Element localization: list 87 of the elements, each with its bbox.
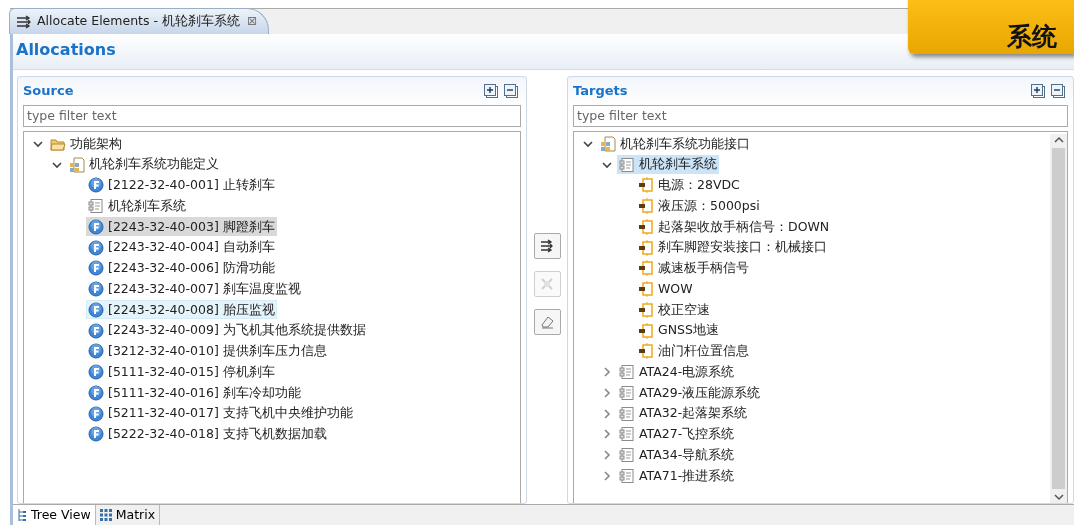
tree-item[interactable]: [5111-32-40-015] 停机刹车 bbox=[86, 362, 277, 382]
panel-title: Source bbox=[23, 82, 74, 100]
function-icon bbox=[88, 364, 104, 381]
package-icon bbox=[600, 135, 616, 152]
component-icon bbox=[619, 426, 635, 443]
clear-button[interactable] bbox=[533, 309, 561, 335]
port-icon bbox=[638, 218, 654, 235]
cross-icon bbox=[539, 276, 555, 292]
port-icon bbox=[638, 281, 654, 298]
function-icon bbox=[88, 260, 104, 277]
tree-item[interactable]: [3212-32-40-010] 提供刹车压力信息 bbox=[86, 341, 329, 361]
tree-item[interactable]: [2243-32-40-007] 刹车温度监视 bbox=[86, 279, 303, 299]
tree-item[interactable]: 机轮刹车系统 bbox=[617, 155, 719, 175]
port-icon bbox=[638, 343, 654, 360]
tree-item[interactable]: 机轮刹车系统功能定义 bbox=[67, 155, 221, 175]
filter-field[interactable]: type filter text bbox=[573, 104, 1068, 127]
function-icon bbox=[88, 301, 104, 318]
component-icon bbox=[619, 447, 635, 464]
tree-item[interactable]: [2122-32-40-001] 止转刹车 bbox=[86, 175, 277, 195]
eraser-icon bbox=[539, 314, 555, 330]
allocate-icon bbox=[16, 14, 32, 29]
tree-item[interactable]: 功能架构 bbox=[48, 134, 124, 154]
scrollbar[interactable] bbox=[1050, 133, 1067, 503]
tree-item[interactable]: ATA32-起落架系统 bbox=[617, 404, 750, 424]
form-title: Allocations bbox=[16, 40, 116, 59]
tree-item[interactable]: GNSS地速 bbox=[636, 321, 721, 341]
callout-text: 系统 bbox=[1007, 24, 1057, 49]
function-icon bbox=[88, 239, 104, 256]
component-icon bbox=[88, 198, 104, 215]
expand-all-icon[interactable] bbox=[1031, 83, 1045, 98]
package-icon bbox=[69, 156, 85, 173]
port-icon bbox=[638, 239, 654, 256]
component-icon bbox=[619, 405, 635, 422]
tree-item[interactable]: 减速板手柄信号 bbox=[636, 258, 751, 278]
collapse-all-icon[interactable] bbox=[1051, 83, 1065, 98]
tree-item[interactable]: 机轮刹车系统功能接口 bbox=[598, 134, 752, 154]
tree-item[interactable]: [2243-32-40-008] 胎压监视 bbox=[86, 300, 277, 320]
component-icon bbox=[619, 156, 635, 173]
tree-item[interactable]: 液压源：5000psi bbox=[636, 196, 762, 216]
expand-all-icon[interactable] bbox=[484, 83, 498, 98]
tree-item[interactable]: [5211-32-40-017] 支持飞机中央维护功能 bbox=[86, 404, 355, 424]
tree-item[interactable]: [2243-32-40-004] 自动刹车 bbox=[86, 238, 277, 258]
function-icon bbox=[88, 218, 104, 235]
allocate-button[interactable] bbox=[533, 233, 561, 259]
tree-item[interactable]: ATA27-飞控系统 bbox=[617, 424, 737, 444]
panel-title: Targets bbox=[573, 82, 628, 100]
tree-item[interactable]: 校正空速 bbox=[636, 300, 712, 320]
tree-item[interactable]: ATA34-导航系统 bbox=[617, 445, 737, 465]
port-icon bbox=[638, 260, 654, 277]
port-icon bbox=[638, 177, 654, 194]
tree-item[interactable]: 电源：28VDC bbox=[636, 175, 742, 195]
tree-item[interactable]: [5222-32-40-018] 支持飞机数据加载 bbox=[86, 424, 329, 444]
tree-item[interactable]: [2243-32-40-006] 防滑功能 bbox=[86, 258, 277, 278]
tree-item[interactable]: 起落架收放手柄信号：DOWN bbox=[636, 217, 832, 237]
function-icon bbox=[88, 405, 104, 422]
port-icon bbox=[638, 198, 654, 215]
function-icon bbox=[88, 384, 104, 401]
collapse-all-icon[interactable] bbox=[504, 83, 518, 98]
function-icon bbox=[88, 343, 104, 360]
grid-icon bbox=[99, 509, 112, 521]
tree-item[interactable]: 机轮刹车系统 bbox=[86, 196, 188, 216]
component-icon bbox=[619, 467, 635, 484]
tree-icon bbox=[17, 508, 27, 522]
function-icon bbox=[88, 281, 104, 298]
close-button[interactable]: ⊠ bbox=[246, 12, 258, 31]
tree-item[interactable]: ATA29-液压能源系统 bbox=[617, 383, 763, 403]
component-icon bbox=[619, 364, 635, 381]
tree-item[interactable]: ATA71-推进系统 bbox=[617, 466, 737, 486]
arrows-icon bbox=[539, 238, 555, 254]
tree-item[interactable]: [2243-32-40-003] 脚蹬刹车 bbox=[86, 217, 277, 237]
port-icon bbox=[638, 322, 654, 339]
tree-item[interactable]: ATA24-电源系统 bbox=[617, 362, 737, 382]
component-icon bbox=[619, 384, 635, 401]
tree-item[interactable]: 油门杆位置信息 bbox=[636, 341, 751, 361]
editor-tab[interactable]: Allocate Elements - 机轮刹车系统 ⊠ bbox=[9, 8, 269, 34]
tree-item[interactable]: 刹车脚蹬安装接口：机械接口 bbox=[636, 238, 829, 258]
tree-item[interactable]: [5111-32-40-016] 刹车冷却功能 bbox=[86, 383, 303, 403]
function-icon bbox=[88, 177, 104, 194]
function-icon bbox=[88, 426, 104, 443]
tree-item[interactable]: WOW bbox=[636, 279, 695, 299]
tree-item[interactable]: [2243-32-40-009] 为飞机其他系统提供数据 bbox=[86, 321, 368, 341]
view-tab[interactable]: Tree View bbox=[13, 505, 96, 525]
filter-field[interactable]: type filter text bbox=[23, 104, 521, 127]
port-icon bbox=[638, 301, 654, 318]
folder-icon bbox=[50, 136, 66, 151]
function-icon bbox=[88, 322, 104, 339]
scroll-down-icon bbox=[1053, 491, 1064, 503]
